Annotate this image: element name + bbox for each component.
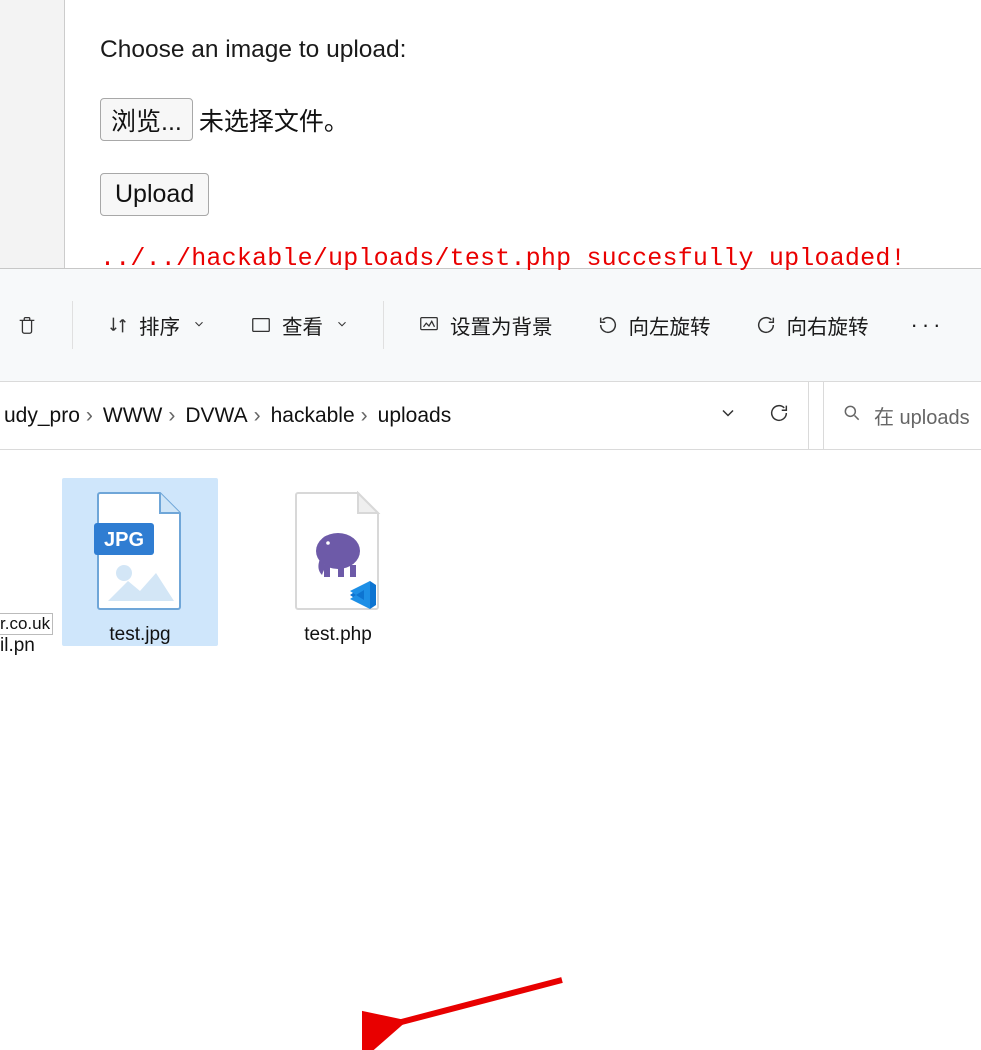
breadcrumb-item[interactable]: WWW› (99, 398, 179, 434)
svg-text:JPG: JPG (104, 529, 144, 551)
breadcrumb-label: WWW (103, 404, 162, 428)
file-input-row: 浏览... 未选择文件。 (100, 98, 981, 141)
web-panel: Choose an image to upload: 浏览... 未选择文件。 … (0, 0, 981, 268)
file-name-label: test.jpg (109, 624, 170, 646)
breadcrumb-label: DVWA (185, 404, 247, 428)
address-row: udy_pro› WWW› DVWA› hackable› uploads 在 … (0, 382, 981, 450)
sort-button[interactable]: 排序 (97, 300, 216, 350)
history-dropdown-button[interactable] (718, 403, 738, 428)
file-grid: JPG test.jpg (62, 478, 416, 646)
sort-label: 排序 (139, 310, 180, 340)
file-thumbnail (283, 486, 393, 616)
toolbar-divider (72, 301, 73, 349)
address-bar[interactable]: udy_pro› WWW› DVWA› hackable› uploads (0, 382, 809, 449)
annotation-arrow-icon (362, 970, 572, 1050)
breadcrumb-label: uploads (378, 404, 452, 428)
breadcrumb-item[interactable]: udy_pro› (0, 398, 97, 434)
breadcrumbs: udy_pro› WWW› DVWA› hackable› uploads (0, 398, 455, 434)
breadcrumb-item[interactable]: hackable› (267, 398, 372, 434)
chevron-right-icon: › (361, 404, 368, 428)
set-background-label: 设置为背景 (450, 310, 553, 340)
rotate-right-icon (755, 314, 777, 336)
upload-button[interactable]: Upload (100, 173, 209, 216)
set-as-background-button[interactable]: 设置为背景 (408, 300, 563, 350)
explorer-toolbar: 排序 查看 设置为背景 向左旋转 向右旋转 ··· (0, 268, 981, 382)
partial-cut-label: r.co.uk (0, 613, 53, 635)
view-button[interactable]: 查看 (240, 300, 359, 350)
toolbar-divider (383, 301, 384, 349)
breadcrumb-item[interactable]: uploads (374, 398, 456, 434)
file-thumbnail: JPG (85, 486, 195, 616)
address-tools (718, 402, 790, 429)
trash-icon (16, 314, 38, 336)
file-name-label: test.php (304, 624, 372, 646)
file-pane[interactable]: r.co.uk il.pn JPG test.jpg (0, 450, 981, 655)
sort-icon (107, 314, 129, 336)
chevron-down-icon (192, 313, 206, 337)
search-input[interactable]: 在 uploads (823, 382, 971, 449)
search-placeholder: 在 uploads (874, 401, 970, 430)
breadcrumb-item[interactable]: DVWA › (181, 398, 264, 434)
delete-button[interactable] (6, 304, 48, 346)
breadcrumb-label: udy_pro (4, 404, 80, 428)
web-content: Choose an image to upload: 浏览... 未选择文件。 … (64, 0, 981, 268)
breadcrumb-label: hackable (271, 404, 355, 428)
chevron-right-icon: › (254, 404, 261, 428)
file-item-jpg[interactable]: JPG test.jpg (62, 478, 218, 646)
rotate-left-icon (597, 314, 619, 336)
rotate-right-button[interactable]: 向右旋转 (745, 300, 879, 350)
chevron-right-icon: › (168, 404, 175, 428)
view-icon (250, 314, 272, 336)
rotate-right-label: 向右旋转 (787, 310, 869, 340)
file-chooser-button[interactable]: 浏览... (100, 98, 193, 141)
view-label: 查看 (282, 310, 323, 340)
rotate-left-label: 向左旋转 (629, 310, 711, 340)
search-icon (842, 403, 862, 429)
no-file-selected-text: 未选择文件。 (199, 102, 349, 138)
upload-result-text: ../../hackable/uploads/test.php succesfu… (100, 244, 981, 273)
set-background-icon (418, 314, 440, 336)
partial-cut-label-2: il.pn (0, 635, 35, 657)
more-options-button[interactable]: ··· (903, 312, 953, 338)
chevron-down-icon (335, 313, 349, 337)
chevron-right-icon: › (86, 404, 93, 428)
rotate-left-button[interactable]: 向左旋转 (587, 300, 721, 350)
upload-prompt: Choose an image to upload: (100, 36, 981, 64)
refresh-button[interactable] (768, 402, 790, 429)
file-item-php[interactable]: test.php (260, 478, 416, 646)
